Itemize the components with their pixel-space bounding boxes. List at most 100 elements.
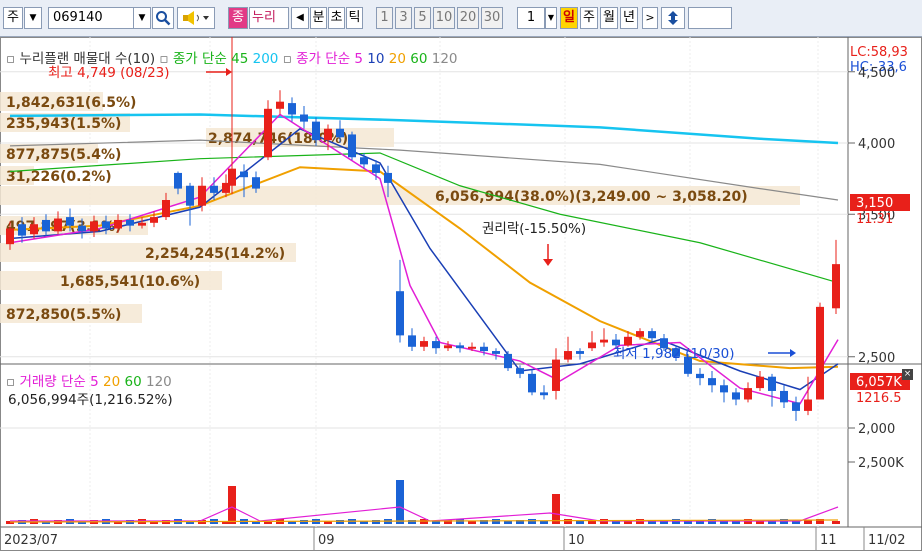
legend-main: 누리플랜 매물대 수(10) bbox=[19, 51, 156, 67]
candle-body bbox=[564, 351, 572, 360]
candle-body bbox=[492, 351, 500, 354]
rights-annotation: 권리락(-15.50%) bbox=[482, 221, 586, 237]
stock-name-field[interactable]: 누리 bbox=[249, 7, 289, 29]
candle-body bbox=[66, 217, 74, 226]
period-5-button[interactable]: 5 bbox=[414, 7, 431, 29]
volume-bar bbox=[528, 519, 536, 524]
prev-arrow-icon[interactable]: ◀ bbox=[291, 7, 309, 29]
high-annotation: 최고 4,749 (08/23) bbox=[48, 65, 170, 81]
profile-label: 872,850(5.5%) bbox=[6, 307, 121, 323]
candle-body bbox=[150, 217, 158, 223]
chart-canvas[interactable]: 1,842,631(6.5%) 235,943(1.5%) 877,875(5.4%… bbox=[0, 36, 922, 551]
extra-input-field[interactable] bbox=[688, 7, 732, 29]
period-month-button[interactable]: 월 bbox=[600, 7, 618, 29]
candle-body bbox=[324, 128, 332, 141]
code-dropdown-icon[interactable]: ▼ bbox=[133, 7, 151, 29]
candle-body bbox=[832, 264, 840, 309]
candle-body bbox=[420, 341, 428, 347]
profile-label: 235,943(1.5%) bbox=[6, 116, 121, 132]
candle-body bbox=[456, 345, 464, 349]
price-tick-label: 4,500 bbox=[858, 66, 895, 81]
candle-body bbox=[18, 224, 26, 236]
candle-body bbox=[240, 171, 248, 178]
price-tick-label: 2,000 bbox=[858, 422, 895, 437]
price-tick-label: 2,500 bbox=[858, 351, 895, 366]
time-tick-label: 2023/07 bbox=[4, 533, 58, 548]
candle-body bbox=[186, 185, 194, 206]
candle-body bbox=[138, 222, 146, 226]
candle-body bbox=[252, 177, 260, 189]
volume-bar bbox=[492, 519, 500, 524]
candle-body bbox=[348, 134, 356, 158]
time-tick-label: 09 bbox=[318, 533, 335, 548]
period-30-button[interactable]: 30 bbox=[481, 7, 503, 29]
candle-body bbox=[480, 346, 488, 352]
candle-body bbox=[756, 376, 764, 389]
time-tick-label: 11 bbox=[820, 533, 837, 548]
period-day-button[interactable]: 일 bbox=[560, 7, 578, 29]
candle-body bbox=[744, 388, 752, 400]
speaker-icon[interactable] bbox=[177, 7, 215, 29]
interval-input[interactable]: 1 bbox=[517, 7, 545, 29]
volume-bar bbox=[564, 519, 572, 524]
period-week-button[interactable]: 주 bbox=[580, 7, 598, 29]
next-arrow-icon[interactable]: > bbox=[642, 7, 658, 29]
profile-label: 2,254,245(14.2%) bbox=[145, 246, 285, 262]
stock-chart[interactable]: 1,842,631(6.5%) 235,943(1.5%) 877,875(5.4%… bbox=[0, 36, 922, 551]
candle-body bbox=[588, 342, 596, 349]
volume-tick-label: 2,500K bbox=[858, 456, 904, 471]
candle-body bbox=[696, 373, 704, 379]
legend-ma5: 종가 단순 5 bbox=[296, 51, 363, 67]
candle-body bbox=[300, 114, 308, 122]
period-3-button[interactable]: 3 bbox=[395, 7, 412, 29]
volume-bar bbox=[540, 521, 548, 524]
candle-body bbox=[174, 172, 182, 189]
candle-body bbox=[162, 200, 170, 218]
candle-body bbox=[54, 218, 62, 232]
candle-body bbox=[228, 168, 236, 186]
volume-ma5-line bbox=[10, 506, 839, 522]
interval-dropdown-icon[interactable]: ▼ bbox=[545, 7, 557, 29]
period-tick-button[interactable]: 틱 bbox=[346, 7, 363, 29]
low-arrow-head-icon bbox=[790, 349, 796, 357]
legend-ma60: 60 bbox=[410, 51, 428, 67]
period-10-button[interactable]: 10 bbox=[433, 7, 455, 29]
period-20-button[interactable]: 20 bbox=[457, 7, 479, 29]
period-1-button[interactable]: 1 bbox=[376, 7, 393, 29]
ma200-line bbox=[9, 113, 839, 145]
period-minute-button[interactable]: 분 bbox=[310, 7, 327, 29]
price-legend: ▫ 누리플랜 매물대 수(10) ▫ 종가 단순 45 200 ▫ 종가 단순 … bbox=[6, 47, 458, 67]
candle-body bbox=[540, 392, 548, 396]
market-dropdown-icon[interactable]: ▼ bbox=[24, 7, 42, 29]
current-change-label: 11.31 bbox=[856, 212, 893, 227]
candle-body bbox=[396, 291, 404, 336]
profile-label: 1,842,631(6.5%) bbox=[6, 95, 136, 111]
search-icon[interactable] bbox=[152, 7, 174, 29]
candle-body bbox=[126, 219, 134, 226]
low-annotation: 최저 1,982 (10/30) bbox=[613, 346, 735, 362]
period-year-button[interactable]: 년 bbox=[620, 7, 638, 29]
period-second-button[interactable]: 초 bbox=[328, 7, 345, 29]
candle-body bbox=[576, 351, 584, 354]
time-tick-label: 11/02 bbox=[868, 533, 905, 548]
candle-body bbox=[600, 339, 608, 343]
candle-body bbox=[816, 306, 824, 400]
candle-body bbox=[780, 390, 788, 403]
candle-body bbox=[312, 121, 320, 141]
candle-body bbox=[552, 359, 560, 391]
candle-body bbox=[504, 353, 512, 369]
volume-bar bbox=[264, 522, 272, 524]
market-type-button[interactable]: 주 bbox=[3, 7, 23, 29]
price-tick-label: 4,000 bbox=[858, 137, 895, 152]
candle-body bbox=[360, 157, 368, 165]
candle-body bbox=[636, 331, 644, 337]
candle-body bbox=[264, 108, 272, 158]
legend-square-icon: ▫ bbox=[6, 51, 16, 67]
close-icon[interactable]: × bbox=[902, 369, 913, 380]
scale-updown-icon[interactable] bbox=[661, 7, 685, 29]
volume-bar bbox=[552, 494, 560, 524]
candle-body bbox=[792, 402, 800, 411]
legend-square-icon: ▫ bbox=[282, 51, 292, 67]
current-volume-label: 6,057K bbox=[856, 375, 902, 390]
candle-body bbox=[732, 392, 740, 400]
